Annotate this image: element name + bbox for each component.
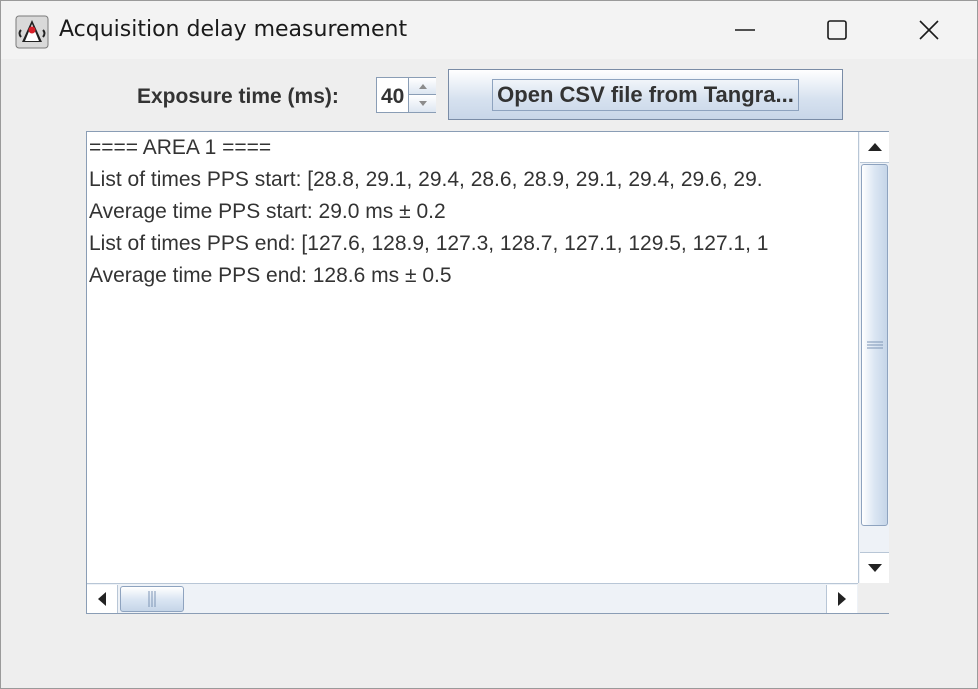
arrow-left-icon xyxy=(98,592,106,606)
result-line: Average time PPS start: 29.0 ms ± 0.2 xyxy=(89,200,446,223)
grip-icon xyxy=(866,341,883,349)
arrow-right-icon xyxy=(838,592,846,606)
exposure-time-value[interactable]: 40 xyxy=(381,85,409,109)
horizontal-scroll-thumb[interactable] xyxy=(120,586,184,612)
scroll-up-button[interactable] xyxy=(860,132,889,163)
result-line: List of times PPS start: [28.8, 29.1, 29… xyxy=(89,168,763,191)
result-line: Average time PPS end: 128.6 ms ± 0.5 xyxy=(89,264,452,287)
open-csv-button-label: Open CSV file from Tangra... xyxy=(492,78,799,111)
horizontal-scrollbar[interactable] xyxy=(87,583,858,613)
minimize-icon xyxy=(735,29,755,31)
scroll-down-button[interactable] xyxy=(860,552,889,583)
arrow-up-icon xyxy=(867,143,882,151)
open-csv-button[interactable]: Open CSV file from Tangra... xyxy=(448,69,843,120)
app-window: Acquisition delay measurement Exposure t… xyxy=(0,0,978,689)
result-line: ==== AREA 1 ==== xyxy=(89,136,272,159)
spinner-down-button[interactable] xyxy=(408,95,436,112)
chevron-down-icon xyxy=(418,101,427,106)
maximize-icon xyxy=(827,20,847,40)
title-bar[interactable]: Acquisition delay measurement xyxy=(1,1,977,59)
results-text-area[interactable]: ==== AREA 1 ==== List of times PPS start… xyxy=(87,132,858,583)
vertical-scrollbar[interactable] xyxy=(858,132,889,583)
results-scroll-pane: ==== AREA 1 ==== List of times PPS start… xyxy=(86,131,889,614)
java-duke-icon xyxy=(15,15,49,49)
scroll-left-button[interactable] xyxy=(87,585,118,613)
exposure-time-spinner[interactable]: 40 xyxy=(376,77,436,113)
grip-icon xyxy=(148,591,156,607)
chevron-up-icon xyxy=(418,83,427,89)
scrollbar-corner xyxy=(858,583,889,613)
scroll-right-button[interactable] xyxy=(826,585,857,613)
close-icon xyxy=(919,20,939,40)
vertical-scroll-thumb[interactable] xyxy=(861,164,888,526)
maximize-button[interactable] xyxy=(791,1,883,59)
result-line: List of times PPS end: [127.6, 128.9, 12… xyxy=(89,232,769,255)
window-title: Acquisition delay measurement xyxy=(59,17,408,42)
arrow-down-icon xyxy=(867,564,882,572)
close-button[interactable] xyxy=(883,1,975,59)
spinner-up-button[interactable] xyxy=(408,78,436,95)
exposure-time-label: Exposure time (ms): xyxy=(137,85,339,108)
minimize-button[interactable] xyxy=(699,1,791,59)
